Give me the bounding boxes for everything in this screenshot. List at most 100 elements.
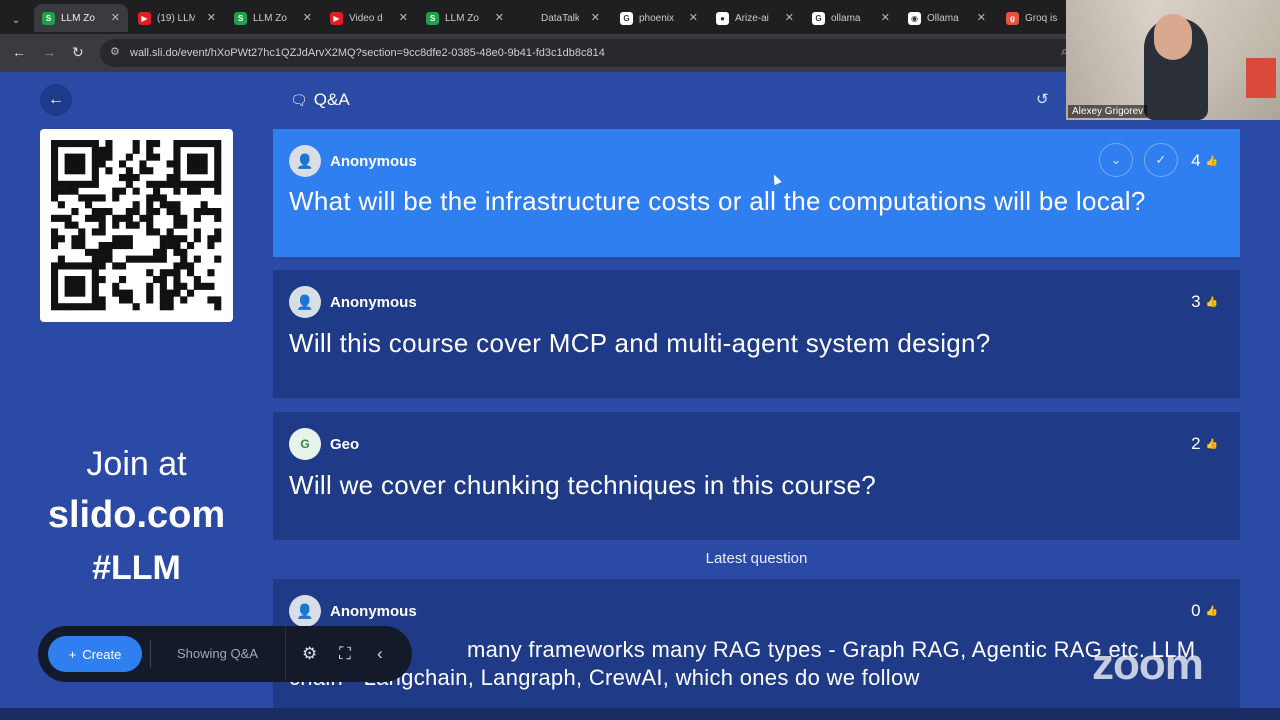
close-icon[interactable]: ✕ (207, 11, 216, 24)
qr-module (91, 208, 99, 216)
browser-tab[interactable]: S LLM Zo ✕ (34, 4, 128, 32)
question-card[interactable]: 👤 Anonymous 3 👍 Will this course cover M… (273, 270, 1240, 398)
thumbs-up-icon[interactable]: 👍 (1206, 156, 1218, 167)
qr-module (71, 289, 79, 297)
vote-count: 0 👍 (1191, 601, 1218, 621)
question-card[interactable]: G Geo 2 👍 Will we cover chunking techniq… (273, 412, 1240, 540)
qr-module (51, 303, 59, 311)
url-text: wall.sli.do/event/hXoPWt27hc1QZJdArvX2MQ… (130, 47, 605, 59)
refresh-icon[interactable]: ↺ (1036, 90, 1049, 108)
qr-module (85, 194, 93, 202)
close-icon[interactable]: ✕ (303, 11, 312, 24)
qr-module (51, 269, 59, 277)
qr-module (125, 167, 133, 175)
qr-module (78, 276, 86, 284)
qr-module (125, 296, 133, 304)
site-info-icon[interactable]: ⚙ (110, 45, 120, 58)
qr-module (166, 160, 174, 168)
page-title: 🗨 Q&A (290, 90, 350, 110)
ollama-icon: ◉ (908, 11, 921, 25)
browser-tab[interactable]: S LLM Zo ✕ (418, 4, 512, 32)
browser-tab[interactable]: S LLM Zo ✕ (226, 4, 320, 32)
qr-module (51, 228, 59, 236)
join-instructions: Join at slido.com #LLM (20, 445, 253, 593)
qr-module (125, 153, 133, 161)
close-icon[interactable]: ✕ (399, 11, 408, 24)
qr-module (159, 289, 167, 297)
qr-module (132, 146, 140, 154)
groq-icon: g (1006, 11, 1019, 25)
qr-module (71, 153, 79, 161)
forward-arrow-icon[interactable]: → (42, 44, 56, 60)
browser-tab[interactable]: Gphoenix ✕ (612, 4, 706, 32)
close-icon[interactable]: ✕ (689, 11, 698, 24)
browser-tab[interactable]: g Groq is (998, 4, 1066, 32)
slido-icon: S (234, 11, 247, 25)
chevron-left-icon[interactable]: ‹ (377, 644, 383, 664)
qr-module (180, 214, 188, 222)
page-title-text: Q&A (313, 90, 350, 109)
check-circle-icon[interactable]: ✓ (1144, 143, 1178, 177)
reload-icon[interactable]: ↻ (72, 44, 84, 61)
qr-module (159, 235, 167, 243)
back-arrow-icon[interactable]: ← (12, 44, 26, 60)
browser-tab[interactable]: ▶ (19) LLM ✕ (130, 4, 224, 32)
qr-module (159, 269, 167, 277)
plus-icon: + (68, 646, 77, 662)
qr-module (193, 255, 201, 263)
qr-module (57, 255, 65, 263)
qr-code-image (51, 140, 222, 311)
qr-module (132, 187, 140, 195)
datatalks-icon (522, 11, 535, 25)
qr-module (71, 160, 79, 168)
back-button[interactable]: ← (40, 84, 72, 116)
qr-module (193, 180, 201, 188)
qr-module (98, 208, 106, 216)
qr-module (187, 269, 195, 277)
qr-module (125, 255, 133, 263)
close-icon[interactable]: ✕ (495, 11, 504, 24)
qr-module (214, 235, 222, 243)
qr-module (57, 214, 65, 222)
close-icon[interactable]: ✕ (977, 11, 986, 24)
tab-search-chevron-icon[interactable]: ⌄ (4, 6, 28, 34)
fullscreen-icon[interactable]: ⛶ (339, 644, 351, 664)
qr-module (214, 214, 222, 222)
qr-module (78, 228, 86, 236)
qr-module (173, 153, 181, 161)
create-button[interactable]: + Create (48, 636, 142, 672)
qr-module (71, 282, 79, 290)
browser-tab[interactable]: DataTalk ✕ (514, 4, 608, 32)
qr-module (153, 276, 161, 284)
question-card[interactable]: 👤 Anonymous ⌄ ✓ 4 👍 What will be the inf… (273, 129, 1240, 257)
qr-module (119, 262, 127, 270)
close-icon[interactable]: ✕ (591, 11, 600, 24)
browser-tab[interactable]: ◉ Ollama ✕ (900, 4, 994, 32)
gear-icon[interactable]: ⚙ (302, 644, 317, 664)
showing-status[interactable]: Showing Q&A (177, 646, 258, 661)
thumbs-up-icon[interactable]: 👍 (1206, 297, 1218, 308)
chevrons-down-icon[interactable]: ⌄ (1099, 143, 1133, 177)
google-icon: G (620, 11, 633, 25)
qr-module (200, 160, 208, 168)
qr-module (166, 180, 174, 188)
qr-module (57, 187, 65, 195)
close-icon[interactable]: ✕ (111, 11, 120, 24)
qr-module (105, 208, 113, 216)
thumbs-up-icon[interactable]: 👍 (1206, 606, 1218, 617)
question-author: 👤 Anonymous (289, 145, 417, 177)
browser-tab[interactable]: ● Arize-ai ✕ (708, 4, 802, 32)
qr-module (98, 160, 106, 168)
qr-module (91, 228, 99, 236)
qr-module (91, 276, 99, 284)
close-icon[interactable]: ✕ (785, 11, 794, 24)
thumbs-up-icon[interactable]: 👍 (1206, 439, 1218, 450)
qr-module (64, 221, 72, 229)
qr-module (51, 174, 59, 182)
qr-module (173, 282, 181, 290)
qr-module (98, 146, 106, 154)
qr-module (173, 262, 181, 270)
browser-tab[interactable]: ▶ Video d ✕ (322, 4, 416, 32)
browser-tab[interactable]: Gollama ✕ (804, 4, 898, 32)
close-icon[interactable]: ✕ (881, 11, 890, 24)
